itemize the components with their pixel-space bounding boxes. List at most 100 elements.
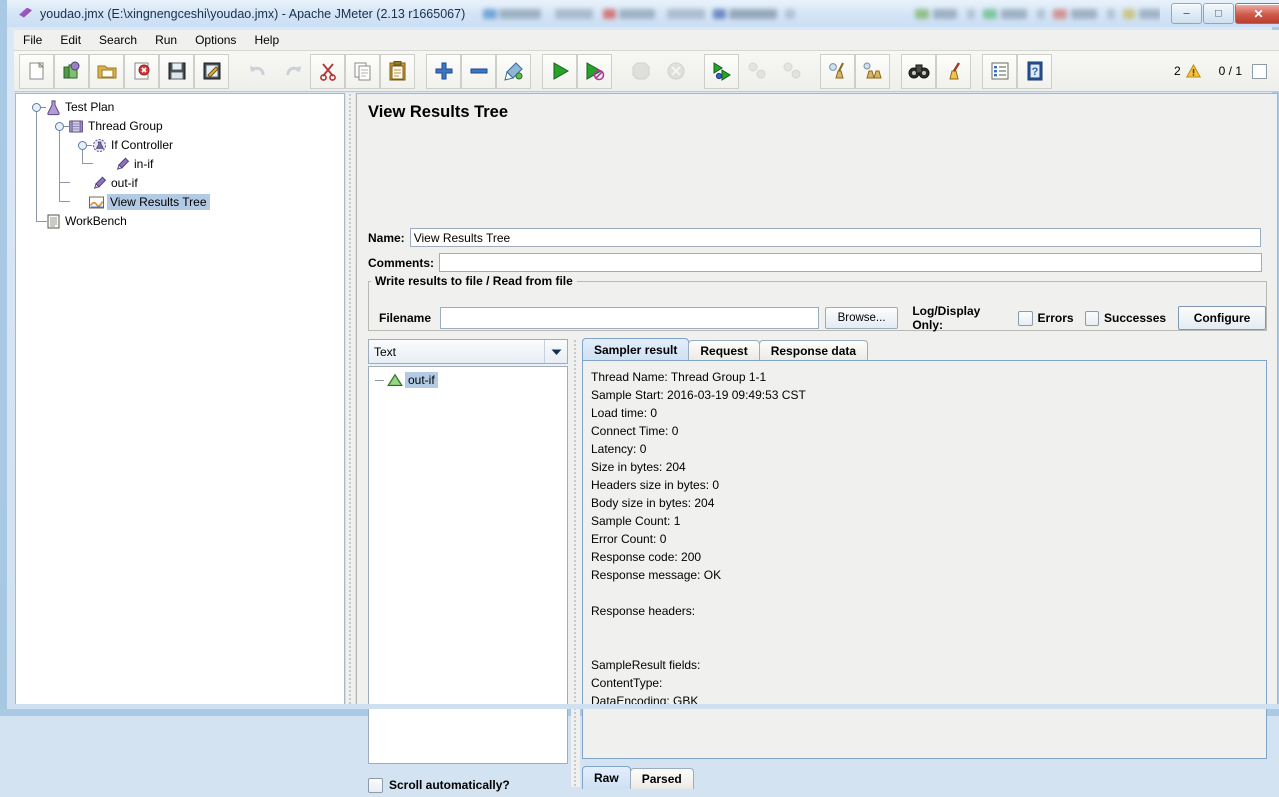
sampler-result-body[interactable]: Thread Name: Thread Group 1-1 Sample Sta… [582,360,1267,759]
maximize-icon: □ [1215,7,1222,19]
name-label: Name: [368,230,405,245]
start-button[interactable] [542,53,577,89]
menu-item-options[interactable]: Options [186,31,245,49]
save-as-button[interactable] [194,53,229,89]
tab-sampler-result[interactable]: Sampler result [582,338,690,361]
render-format-combo[interactable]: Text [368,339,568,364]
tab-parsed[interactable]: Parsed [629,768,694,789]
search-button[interactable] [901,53,936,89]
list-item[interactable]: out-if [375,371,438,389]
tree-node-label: If Controller [111,138,174,152]
main-splitter[interactable] [346,93,355,707]
close-window-button[interactable]: ✕ [1235,3,1279,24]
tab-request[interactable]: Request [688,340,760,361]
thread-group-icon [69,120,83,132]
scroll-automatically-checkbox[interactable] [368,777,383,793]
collapse-all-button[interactable] [461,53,496,89]
tree-node-thread-group[interactable]: Thread Group [68,117,166,135]
tree-expander-test-plan[interactable] [32,103,46,112]
name-input[interactable]: View Results Tree [409,228,1261,247]
view-results-tree-panel: View Results Tree Name: View Results Tre… [356,93,1278,793]
menu-item-edit[interactable]: Edit [51,31,90,49]
tab-raw[interactable]: Raw [582,766,631,789]
obscured-taskbar-region [475,4,1160,24]
stop-button [623,54,658,89]
close-icon: ✕ [1253,6,1264,21]
menu-item-help[interactable]: Help [245,31,288,49]
open-button[interactable] [89,53,124,89]
reset-search-button[interactable] [936,53,971,89]
menu-item-run[interactable]: Run [146,31,186,49]
errors-checkbox[interactable] [1018,310,1033,326]
toolbar-separator [531,55,542,88]
list-item-label: out-if [405,372,438,388]
tree-node-label: Thread Group [88,119,163,133]
maximize-button[interactable]: □ [1203,3,1234,24]
toolbar-separator [693,55,704,88]
open-folder-icon [97,65,116,79]
tree-node-in-if[interactable]: in-if [114,155,156,173]
sampler-icon [116,157,130,170]
copy-button[interactable] [345,53,380,89]
function-helper-button[interactable] [982,53,1017,89]
tree-line [59,182,70,183]
chevron-down-icon[interactable] [544,340,567,363]
view-results-tree-icon [89,196,104,208]
templates-button[interactable] [54,53,89,89]
filename-row: Filename Browse... Log/Display Only: Err… [379,304,1266,332]
toggle-pencil-icon [503,62,523,81]
clear-button[interactable] [820,53,855,89]
help-book-icon: ? [1027,61,1042,81]
raw-parsed-tabs: Raw Parsed [582,766,694,789]
results-splitter[interactable] [571,339,580,787]
tree-line [59,201,70,202]
tree-node-if-controller[interactable]: If Controller [91,136,176,154]
minimize-button[interactable]: – [1171,3,1202,24]
tree-expander-if-controller[interactable] [78,141,92,150]
configure-button[interactable]: Configure [1178,306,1266,330]
save-button[interactable] [159,53,194,89]
tree-node-out-if[interactable]: out-if [91,174,141,192]
tree-line [59,125,60,201]
scroll-automatically-row[interactable]: Scroll automatically? [368,773,568,797]
window-title: youdao.jmx (E:\xingnengceshi\youdao.jmx)… [40,6,466,21]
if-controller-icon [93,138,106,152]
tree-node-workbench[interactable]: WorkBench [45,212,130,230]
warning-indicator[interactable]: 2 [1174,64,1201,78]
tree-node-label: in-if [134,157,154,171]
tree-node-label: out-if [111,176,138,190]
expand-all-button[interactable] [426,53,461,89]
broom-clear-all-icon [863,62,882,79]
toolbar-separator [809,55,820,88]
undo-arrow-icon [249,66,265,76]
successes-checkbox[interactable] [1084,310,1099,326]
menu-item-file[interactable]: File [14,31,51,49]
remote-stop-all-button [739,54,774,89]
paste-button[interactable] [380,53,415,89]
menu-item-search[interactable]: Search [90,31,146,49]
toggle-button[interactable] [496,53,531,89]
remote-start-all-button[interactable] [704,53,739,89]
filename-input[interactable] [440,307,819,329]
start-no-pauses-button[interactable] [577,53,612,89]
jmeter-feather-icon [15,4,37,24]
cut-button[interactable] [310,53,345,89]
new-button[interactable] [19,53,54,89]
filename-label: Filename [379,311,432,325]
toolbar-separator [612,55,623,88]
tab-response-data[interactable]: Response data [758,340,869,361]
browse-button[interactable]: Browse... [824,307,899,329]
test-plan-tree[interactable]: Test Plan Thread Group If Controller in-… [15,93,345,707]
tree-node-test-plan[interactable]: Test Plan [45,98,117,116]
remote-stop-icon [748,62,765,79]
warning-count: 2 [1173,64,1181,78]
tree-expander-thread-group[interactable] [55,122,69,131]
templates-icon [63,61,79,79]
redo-button [275,54,310,89]
help-button[interactable]: ? [1017,53,1052,89]
close-button[interactable] [124,53,159,89]
comments-input[interactable] [439,253,1263,272]
clear-all-button[interactable] [855,53,890,89]
tree-node-view-results-tree[interactable]: View Results Tree [88,193,210,211]
remote-start-icon [713,62,731,81]
